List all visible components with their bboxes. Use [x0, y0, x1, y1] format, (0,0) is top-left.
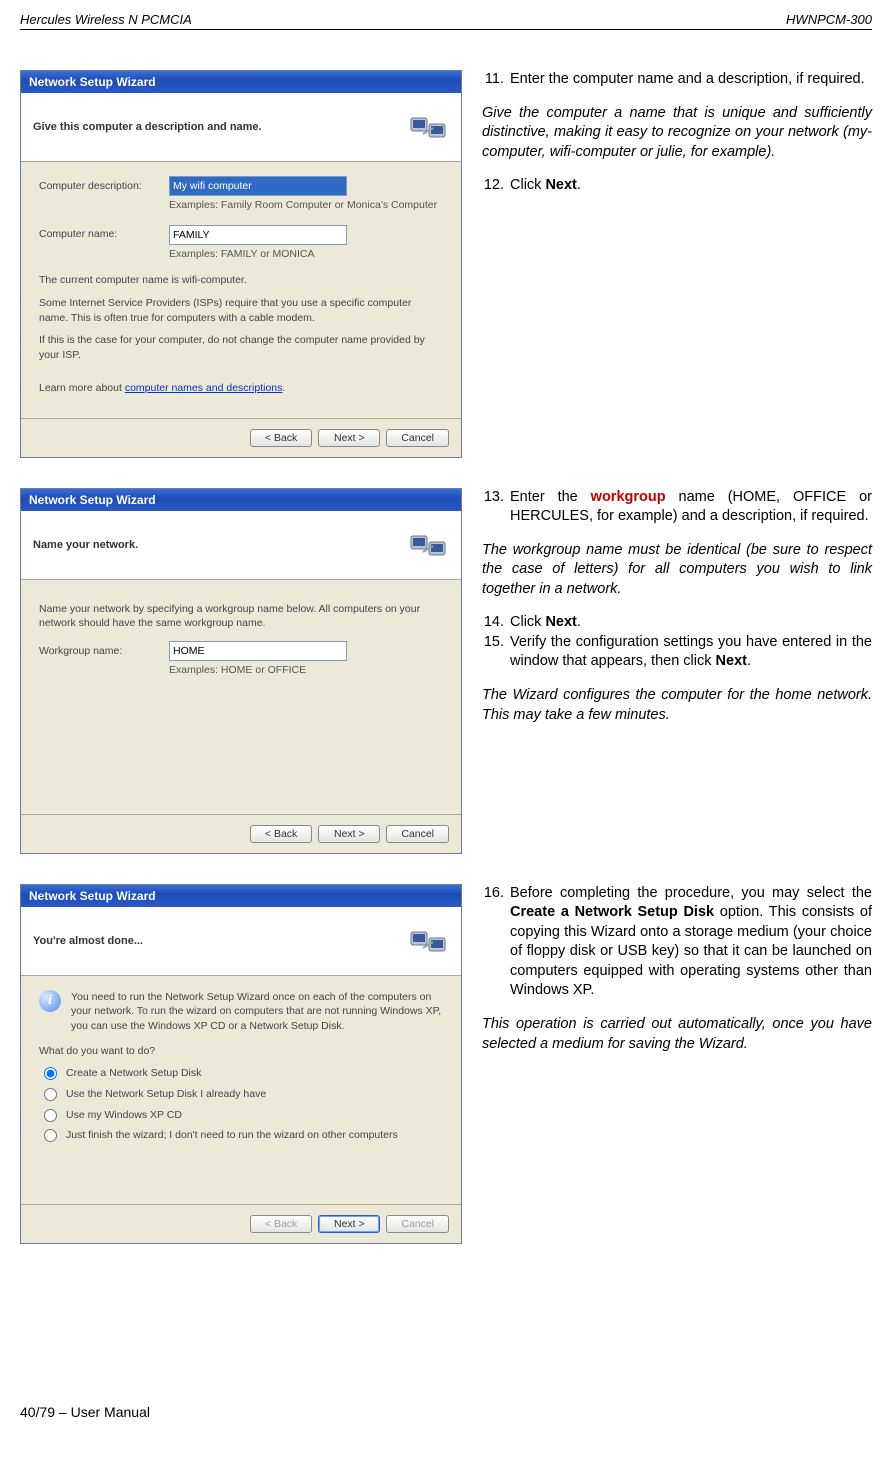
page-footer: 40/79 – User Manual: [20, 1404, 872, 1420]
wizard-heading: You're almost done...: [33, 935, 143, 947]
back-button[interactable]: < Back: [250, 825, 312, 843]
desc-examples: Examples: Family Room Computer or Monica…: [169, 198, 443, 213]
next-button[interactable]: Next >: [318, 1215, 380, 1233]
computer-name-input[interactable]: [169, 225, 347, 245]
radio-create-disk[interactable]: [44, 1067, 57, 1080]
note-15: The Wizard configures the computer for t…: [482, 686, 872, 725]
cancel-button: Cancel: [386, 1215, 449, 1233]
wizard-window-2: Network Setup Wizard Name your network. …: [20, 488, 462, 854]
step-11: Enter the computer name and a descriptio…: [508, 70, 872, 90]
step-13: Enter the workgroup name (HOME, OFFICE o…: [508, 488, 872, 527]
opt1-label: Create a Network Setup Disk: [66, 1066, 201, 1081]
wizard3-question: What do you want to do?: [39, 1044, 443, 1059]
isp-note-text: Some Internet Service Providers (ISPs) r…: [39, 296, 443, 325]
opt4-label: Just finish the wizard; I don't need to …: [66, 1128, 398, 1143]
cancel-button[interactable]: Cancel: [386, 429, 449, 447]
current-name-text: The current computer name is wifi-comput…: [39, 273, 443, 288]
wizard-heading: Give this computer a description and nam…: [33, 121, 262, 133]
network-icon: [407, 524, 449, 566]
wizard-window-3: Network Setup Wizard You're almost done.…: [20, 884, 462, 1244]
network-icon: [407, 106, 449, 148]
info-icon: i: [39, 990, 61, 1012]
page-header: Hercules Wireless N PCMCIA HWNPCM-300: [20, 12, 872, 30]
name-label: Computer name:: [39, 227, 169, 242]
radio-use-disk[interactable]: [44, 1088, 57, 1101]
cancel-button[interactable]: Cancel: [386, 825, 449, 843]
learn-more-link[interactable]: computer names and descriptions: [125, 382, 283, 394]
radio-use-cd[interactable]: [44, 1109, 57, 1122]
back-button[interactable]: < Back: [250, 429, 312, 447]
computer-description-input[interactable]: [169, 176, 347, 196]
wg-label: Workgroup name:: [39, 644, 169, 659]
step-14: Click Next.: [508, 613, 872, 633]
next-button[interactable]: Next >: [318, 825, 380, 843]
note-16: This operation is carried out automatica…: [482, 1015, 872, 1054]
name-examples: Examples: FAMILY or MONICA: [169, 247, 443, 262]
isp-warning-text: If this is the case for your computer, d…: [39, 333, 443, 362]
step-12: Click Next.: [508, 176, 872, 196]
desc-label: Computer description:: [39, 179, 169, 194]
wizard-window-1: Network Setup Wizard Give this computer …: [20, 70, 462, 458]
step-16: Before completing the procedure, you may…: [508, 884, 872, 1001]
workgroup-input[interactable]: [169, 641, 347, 661]
window-title-bar: Network Setup Wizard: [21, 489, 461, 511]
window-title-bar: Network Setup Wizard: [21, 885, 461, 907]
header-left: Hercules Wireless N PCMCIA: [20, 12, 192, 27]
radio-just-finish[interactable]: [44, 1129, 57, 1142]
header-right: HWNPCM-300: [786, 12, 872, 27]
step-15: Verify the configuration settings you ha…: [508, 633, 872, 672]
network-icon: [407, 920, 449, 962]
note-11: Give the computer a name that is unique …: [482, 104, 872, 163]
next-button[interactable]: Next >: [318, 429, 380, 447]
learn-more-prefix: Learn more about: [39, 382, 125, 394]
wg-examples: Examples: HOME or OFFICE: [169, 663, 443, 678]
back-button: < Back: [250, 1215, 312, 1233]
opt3-label: Use my Windows XP CD: [66, 1108, 182, 1123]
wizard3-info: You need to run the Network Setup Wizard…: [71, 990, 443, 1034]
opt2-label: Use the Network Setup Disk I already hav…: [66, 1087, 266, 1102]
wg-intro: Name your network by specifying a workgr…: [39, 602, 443, 631]
note-13: The workgroup name must be identical (be…: [482, 541, 872, 600]
wizard-heading: Name your network.: [33, 539, 138, 551]
window-title-bar: Network Setup Wizard: [21, 71, 461, 93]
